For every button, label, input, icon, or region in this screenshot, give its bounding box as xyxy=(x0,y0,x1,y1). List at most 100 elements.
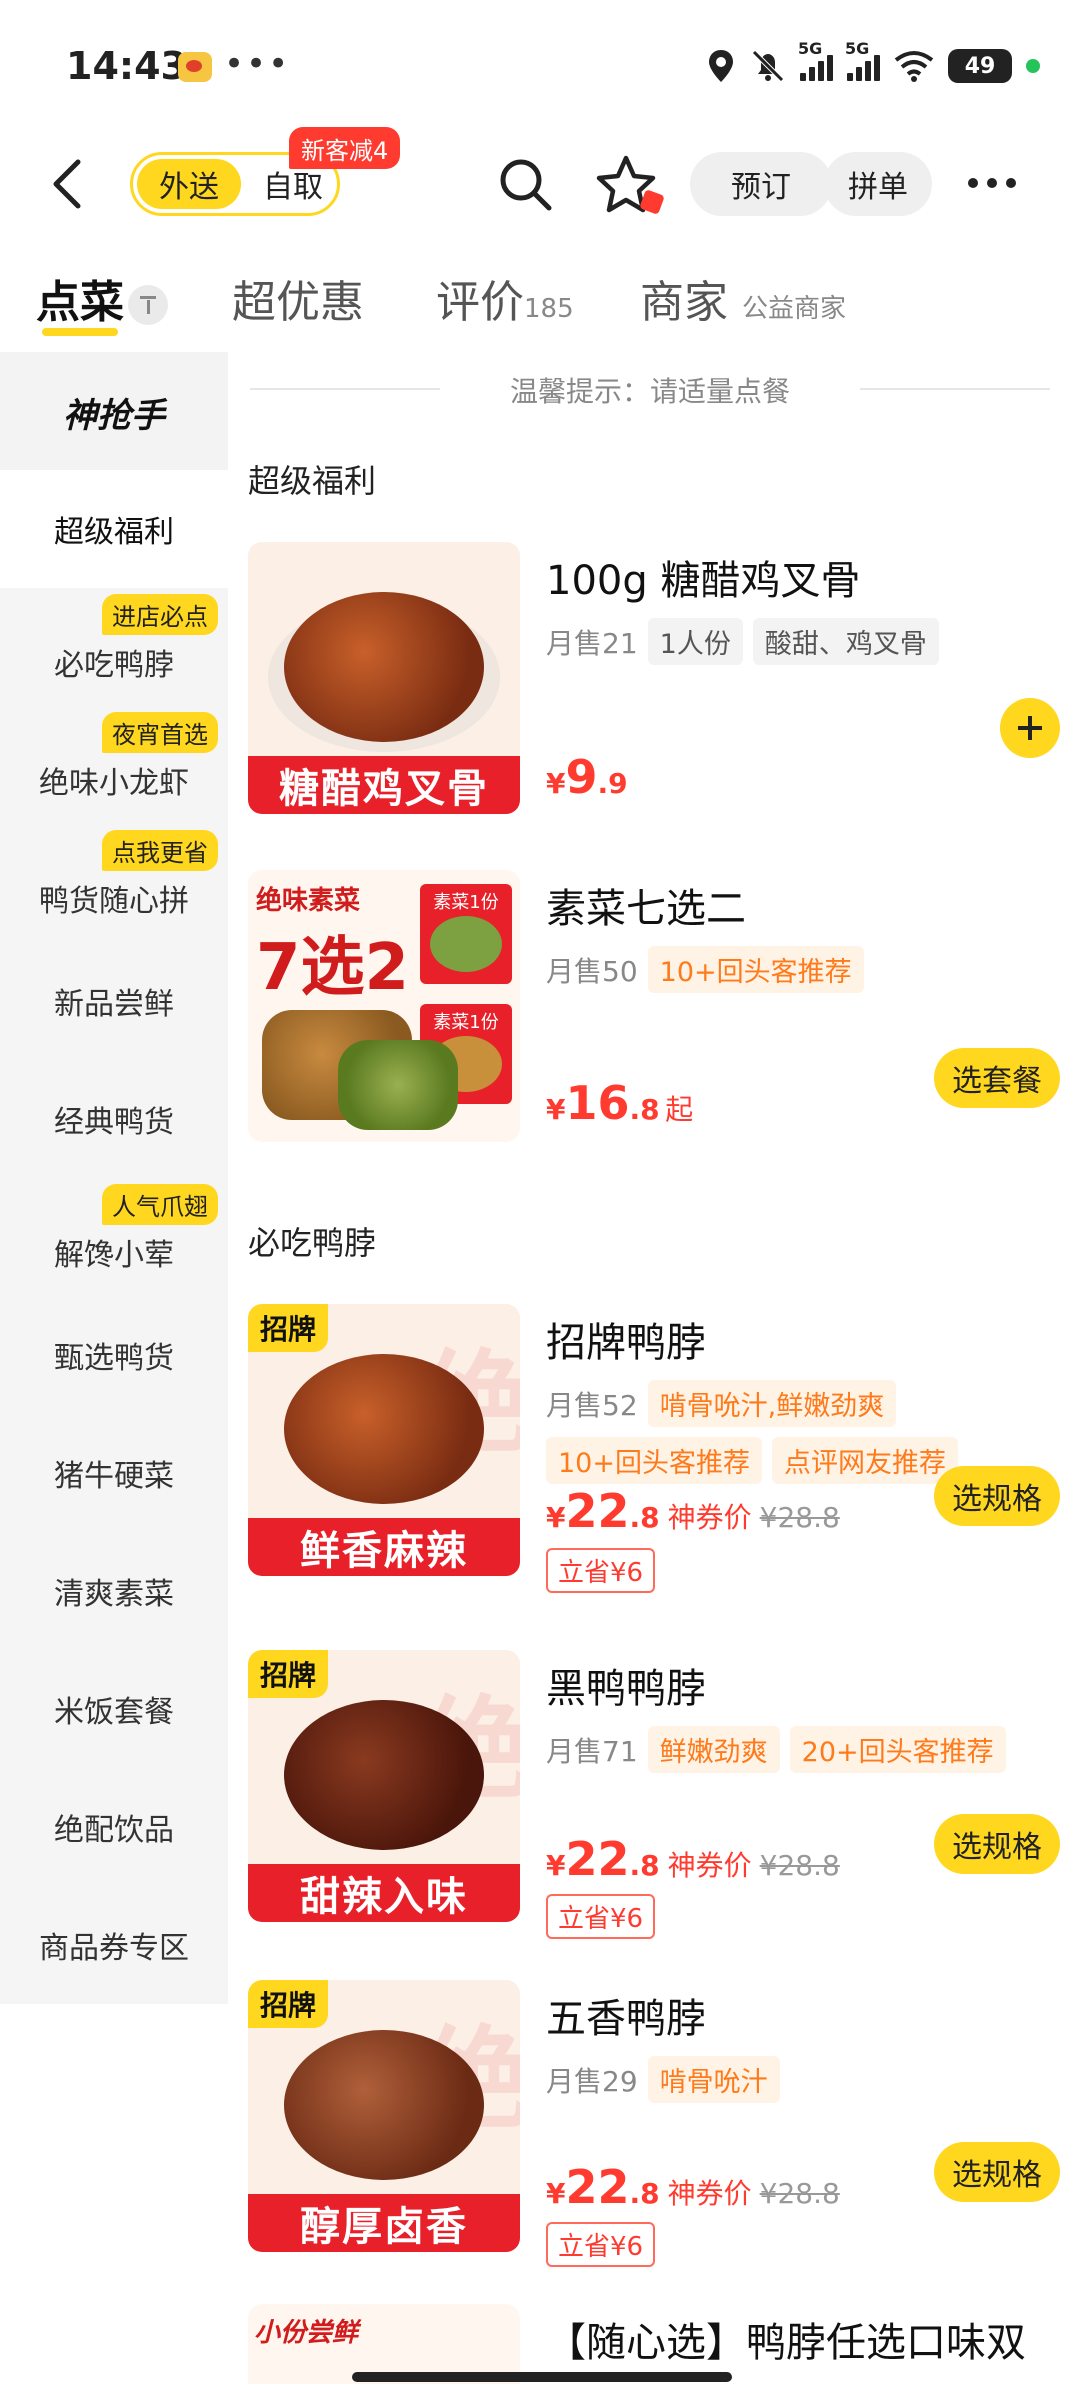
sidebar-item-must-eat[interactable]: 进店必点 必吃鸭脖 xyxy=(0,588,228,706)
sidebar-item-select[interactable]: 甄选鸭货 xyxy=(0,1296,228,1414)
reserve-button[interactable]: 预订 xyxy=(690,152,832,216)
thumb-banner: 糖醋鸡叉骨 xyxy=(248,756,520,814)
home-indicator[interactable] xyxy=(352,2372,732,2382)
back-icon[interactable] xyxy=(48,158,88,210)
privacy-dot xyxy=(1026,59,1040,73)
menu-item[interactable]: 绝 招牌 鲜香麻辣 招牌鸭脖 月售52 啃骨吮汁,鲜嫩劲爽 10+回头客推荐 点… xyxy=(248,1304,1060,1604)
signal-icon: 5G xyxy=(798,39,833,81)
combo-box-label: 素菜1份 xyxy=(433,1012,499,1033)
menu-item[interactable]: 绝 招牌 甜辣入味 黑鸭鸭脖 月售71 鲜嫩劲爽 20+回头客推荐 ¥22.8 … xyxy=(248,1650,1060,1950)
price-currency: ¥ xyxy=(546,1093,566,1126)
item-price: ¥22.8 神券价 ¥28.8 xyxy=(546,1832,840,1886)
price-currency: ¥ xyxy=(546,2177,566,2210)
tip-bar: 温馨提示：请适量点餐 xyxy=(250,366,1050,412)
menu-item[interactable]: 糖醋鸡叉骨 100g 糖醋鸡叉骨 月售21 1人份 酸甜、鸡叉骨 ¥9.9 xyxy=(248,542,1060,814)
tab-deals[interactable]: 超优惠 xyxy=(232,266,364,330)
thumb-banner: 甜辣入味 xyxy=(248,1864,520,1922)
choose-spec-button[interactable]: 选规格 xyxy=(934,2142,1060,2202)
coupon-price-label: 神券价 xyxy=(667,1849,752,1882)
original-price: ¥28.8 xyxy=(759,1849,840,1882)
item-thumbnail[interactable]: 糖醋鸡叉骨 xyxy=(248,542,520,814)
location-icon xyxy=(709,50,733,82)
merchant-sub-label: 公益商家 xyxy=(742,294,847,324)
group-order-button[interactable]: 拼单 xyxy=(824,152,932,216)
battery-icon: 49 xyxy=(948,49,1012,83)
price-currency: ¥ xyxy=(546,767,566,800)
sidebar-item-super-welfare[interactable]: 超级福利 xyxy=(0,470,228,588)
menu-item[interactable]: 绝味素菜 7选2 素菜1份 素菜1份 素菜七选二 月售50 10+回头客推荐 ¥… xyxy=(248,870,1060,1142)
item-tag: 1人份 xyxy=(647,618,743,665)
mode-delivery[interactable]: 外送 xyxy=(137,159,241,209)
tab-merchant-label: 商家 xyxy=(640,277,728,328)
sidebar-item-veg[interactable]: 清爽素菜 xyxy=(0,1532,228,1650)
price-decimal: .8 xyxy=(629,1093,660,1126)
section-title-super-welfare: 超级福利 xyxy=(248,462,377,500)
item-tag: 啃骨吮汁 xyxy=(647,2056,780,2103)
price-currency: ¥ xyxy=(546,1501,566,1534)
sidebar-logo[interactable]: 神抢手 xyxy=(0,352,228,472)
top-nav: 外送 自取 新客减4 预订 拼单 xyxy=(0,127,1080,240)
pin-top-icon[interactable] xyxy=(128,285,168,325)
sidebar-item-new[interactable]: 新品尝鲜 xyxy=(0,942,228,1060)
combo-side-box: 素菜1份 xyxy=(420,884,512,984)
item-thumbnail[interactable]: 绝 招牌 醇厚卤香 xyxy=(248,1980,520,2252)
food-image xyxy=(284,2030,484,2180)
item-thumbnail[interactable]: 绝 招牌 甜辣入味 xyxy=(248,1650,520,1922)
food-image xyxy=(338,1040,458,1130)
mute-icon xyxy=(752,50,784,82)
price-integer: 9 xyxy=(565,750,598,804)
item-thumbnail[interactable]: 绝 招牌 鲜香麻辣 xyxy=(248,1304,520,1576)
item-thumbnail[interactable]: 绝味素菜 7选2 素菜1份 素菜1份 xyxy=(248,870,520,1142)
sidebar-item-coupons[interactable]: 商品券专区 xyxy=(0,1886,228,2004)
tab-order[interactable]: 点菜 xyxy=(36,266,168,330)
more-icon[interactable] xyxy=(968,168,1028,198)
choose-combo-button[interactable]: 选套餐 xyxy=(934,1048,1060,1108)
food-image xyxy=(284,1700,484,1850)
sidebar-item-label: 甄选鸭货 xyxy=(54,1341,174,1376)
combo-box-label: 素菜1份 xyxy=(433,892,499,913)
item-sales: 月售50 xyxy=(546,954,638,988)
price-decimal: .8 xyxy=(629,2177,660,2210)
sidebar-item-drinks[interactable]: 绝配饮品 xyxy=(0,1768,228,1886)
item-sales: 月售29 xyxy=(546,2064,638,2098)
sidebar-item-label: 商品券专区 xyxy=(39,1931,189,1966)
sidebar-item-tag: 点我更省 xyxy=(102,830,218,871)
category-sidebar: 神抢手 超级福利 进店必点 必吃鸭脖 夜宵首选 绝味小龙虾 点我更省 鸭货随心拼 新品… xyxy=(0,352,228,2400)
item-tag: 啃骨吮汁,鲜嫩劲爽 xyxy=(647,1380,897,1427)
choose-spec-button[interactable]: 选规格 xyxy=(934,1814,1060,1874)
item-sales: 月售21 xyxy=(546,626,638,660)
item-name: 五香鸭脖 xyxy=(546,1996,706,2042)
original-price: ¥28.8 xyxy=(759,2177,840,2210)
food-image xyxy=(284,1354,484,1504)
item-price: ¥22.8 神券价 ¥28.8 xyxy=(546,1484,840,1538)
weibo-notification-icon xyxy=(178,52,212,82)
sidebar-item-label: 绝配饮品 xyxy=(54,1813,174,1848)
sidebar-item-classic[interactable]: 经典鸭货 xyxy=(0,1060,228,1178)
menu-item[interactable]: 绝 招牌 醇厚卤香 五香鸭脖 月售29 啃骨吮汁 ¥22.8 神券价 ¥28.8… xyxy=(248,1980,1060,2280)
sidebar-item-crayfish[interactable]: 夜宵首选 绝味小龙虾 xyxy=(0,706,228,824)
sidebar-item-rice[interactable]: 米饭套餐 xyxy=(0,1650,228,1768)
wifi-icon xyxy=(894,51,934,82)
choose-spec-button[interactable]: 选规格 xyxy=(934,1466,1060,1526)
favorite-star-icon[interactable] xyxy=(596,152,666,218)
price-decimal: .8 xyxy=(629,1849,660,1882)
sidebar-item-mix[interactable]: 点我更省 鸭货随心拼 xyxy=(0,824,228,942)
search-icon[interactable] xyxy=(495,154,555,214)
item-name: 素菜七选二 xyxy=(546,886,746,932)
savings-badge: 立省¥6 xyxy=(546,2222,656,2267)
store-tabs: 点菜 超优惠 评价185 商家 公益商家 xyxy=(0,252,1080,342)
price-integer: 22 xyxy=(565,2160,630,2214)
item-price: ¥16.8 起 xyxy=(546,1076,693,1130)
tab-reviews[interactable]: 评价185 xyxy=(436,266,574,330)
tab-order-label: 点菜 xyxy=(36,277,124,328)
tab-merchant[interactable]: 商家 公益商家 xyxy=(640,266,846,330)
sidebar-item-label: 清爽素菜 xyxy=(54,1577,174,1612)
item-tag: 鲜嫩劲爽 xyxy=(647,1726,780,1773)
sidebar-item-snacks[interactable]: 人气爪翅 解馋小荤 xyxy=(0,1178,228,1296)
add-to-cart-button[interactable] xyxy=(1000,698,1060,758)
thumb-banner: 醇厚卤香 xyxy=(248,2194,520,2252)
sidebar-item-tag: 人气爪翅 xyxy=(102,1184,218,1225)
item-sales: 月售71 xyxy=(546,1734,638,1768)
tip-text: 温馨提示：请适量点餐 xyxy=(509,375,790,408)
sidebar-item-meat[interactable]: 猪牛硬菜 xyxy=(0,1414,228,1532)
